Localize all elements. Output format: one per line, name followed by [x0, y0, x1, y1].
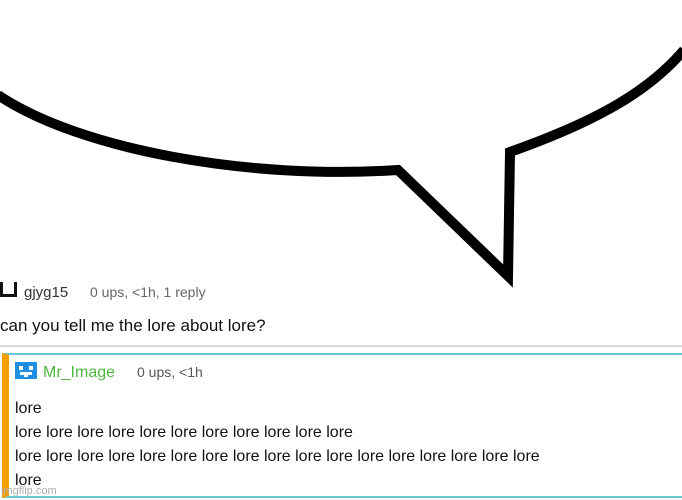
- comment: gjyg15 0 ups, <1h, 1 reply can you tell …: [0, 276, 682, 346]
- comment-username[interactable]: gjyg15: [24, 284, 68, 301]
- reply-line: lore lore lore lore lore lore lore lore …: [15, 424, 353, 441]
- comment-text: can you tell me the lore about lore?: [0, 316, 266, 335]
- watermark: imgflip.com: [1, 485, 57, 497]
- reply-text: lore lore lore lore lore lore lore lore …: [15, 397, 675, 493]
- reply: Mr_Image 0 ups, <1h lore lore lore lore …: [2, 353, 682, 498]
- reply-meta: 0 ups, <1h: [137, 364, 203, 380]
- divider: [0, 345, 682, 347]
- reply-username[interactable]: Mr_Image: [43, 364, 115, 382]
- speech-bubble: [0, 46, 682, 288]
- comment-meta: 0 ups, <1h, 1 reply: [90, 284, 206, 300]
- reply-line: lore lore lore lore lore lore lore lore …: [15, 448, 540, 465]
- reply-line: lore: [15, 400, 42, 417]
- empty-square-icon: [0, 282, 17, 297]
- reply-line: lore: [15, 472, 42, 489]
- pixel-face-icon[interactable]: [15, 362, 37, 379]
